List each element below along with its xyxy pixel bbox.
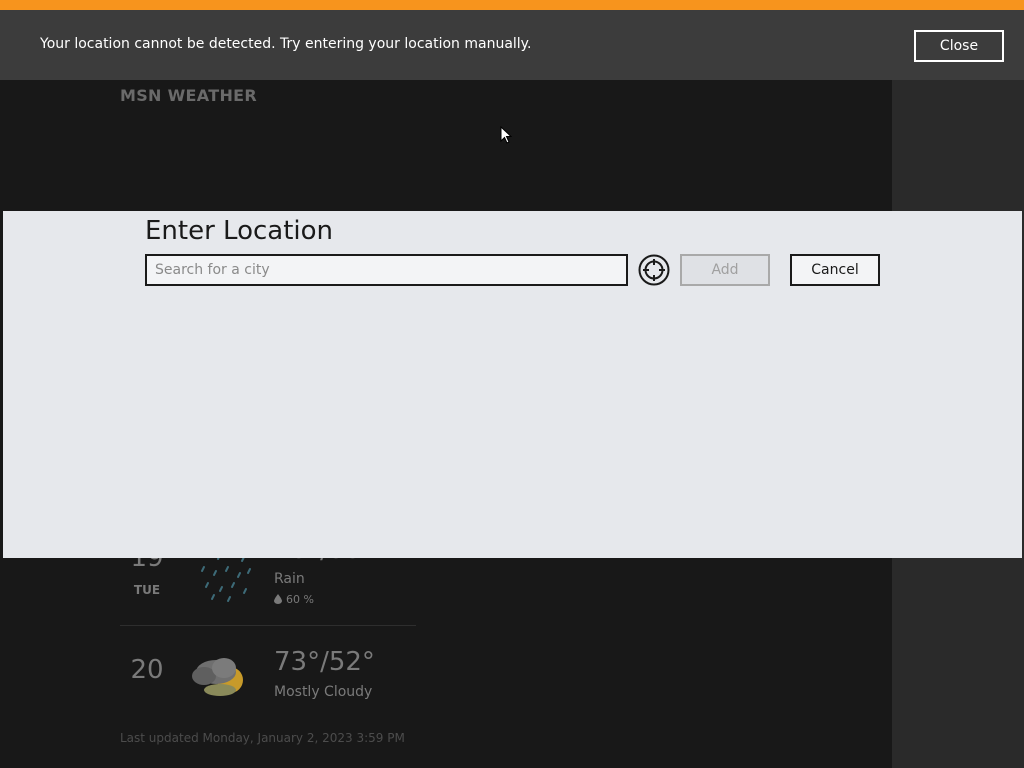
last-updated-text: Last updated Monday, January 2, 2023 3:5… — [120, 731, 405, 745]
day-temperature: 73°/52° — [274, 647, 375, 677]
city-search-input[interactable] — [145, 254, 628, 286]
app-title: MSN WEATHER — [120, 86, 257, 105]
day-condition: Rain — [274, 571, 305, 587]
crosshair-icon — [638, 254, 670, 286]
detect-location-button[interactable] — [638, 254, 670, 286]
accent-strip — [0, 0, 1024, 10]
day-condition: Mostly Cloudy — [274, 684, 373, 700]
droplet-icon — [274, 594, 282, 604]
cancel-button[interactable]: Cancel — [790, 254, 880, 286]
partly-cloudy-icon — [192, 658, 243, 696]
close-button[interactable]: Close — [914, 30, 1004, 62]
day-name: TUE — [133, 583, 161, 597]
add-button[interactable]: Add — [680, 254, 770, 286]
mouse-cursor-icon — [500, 126, 512, 144]
notification-banner: Your location cannot be detected. Try en… — [0, 10, 1024, 80]
forecast-item[interactable]: 20 73°/52° Mostly Cloudy — [120, 640, 416, 726]
forecast-divider — [120, 625, 416, 626]
enter-location-dialog: Enter Location Add Cancel — [3, 211, 1022, 558]
dialog-title: Enter Location — [145, 216, 334, 246]
notification-message: Your location cannot be detected. Try en… — [40, 36, 532, 52]
day-number: 20 — [130, 655, 164, 685]
precipitation-chance: 60 % — [286, 593, 314, 606]
